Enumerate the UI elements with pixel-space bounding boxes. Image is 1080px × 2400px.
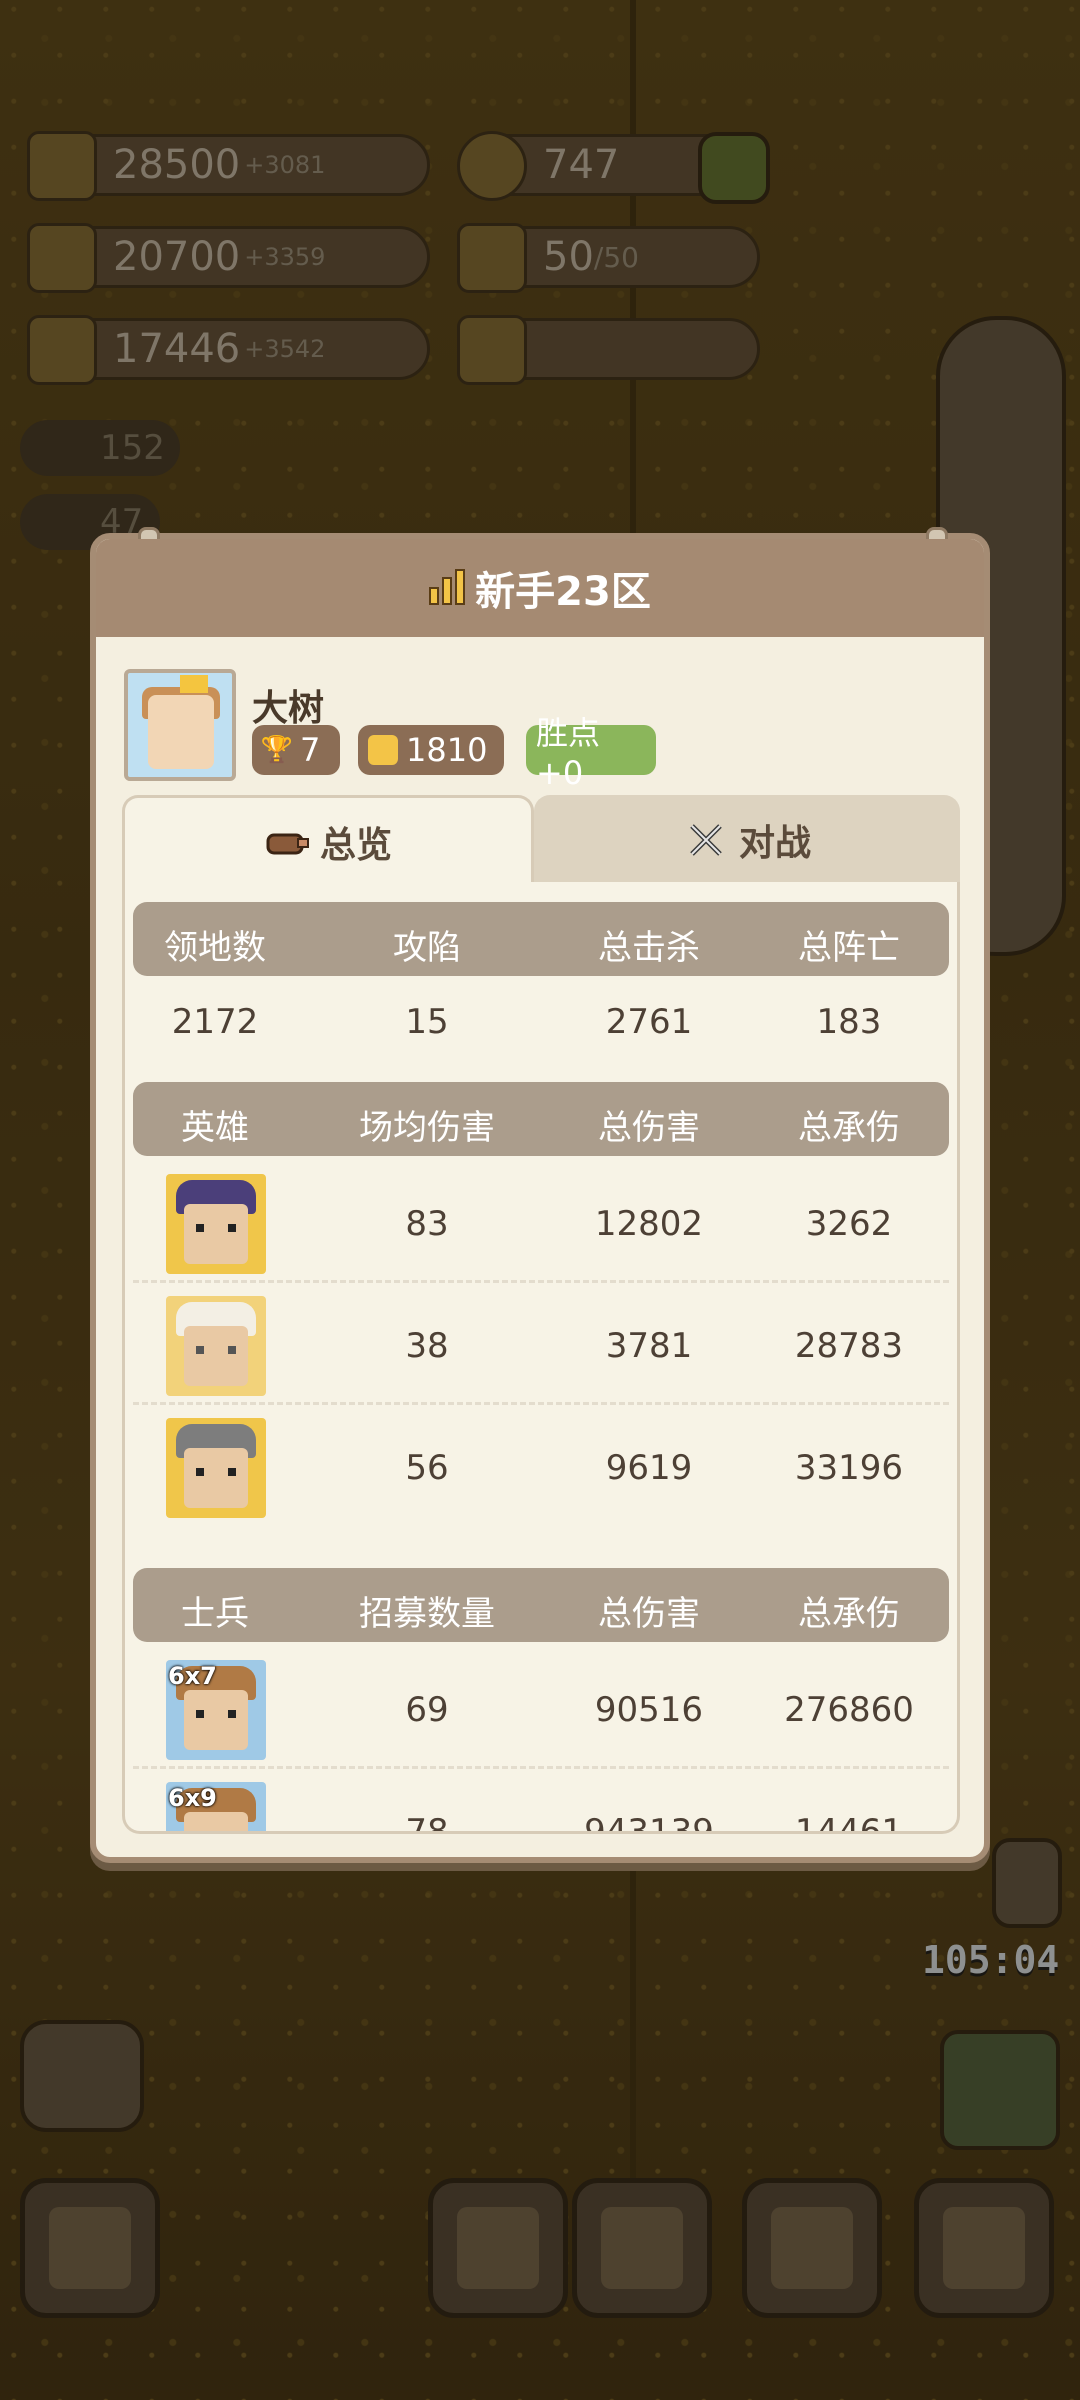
boar-icon: [264, 826, 310, 858]
column-header: 总伤害: [598, 1594, 700, 1634]
soldier-formation-tag: 6x9: [168, 1784, 217, 1812]
column-header: 总阵亡: [798, 928, 900, 968]
hero-avg-damage: 38: [405, 1326, 449, 1366]
tab-overview[interactable]: 总览: [122, 795, 534, 885]
trophy-icon: 🏆: [260, 735, 294, 765]
column-header: 攻陷: [393, 928, 461, 968]
hero-avg-damage: 83: [405, 1204, 449, 1244]
hero-total-damage: 12802: [594, 1204, 704, 1244]
column-header: 总承伤: [798, 1594, 900, 1634]
power-badge: 1810: [358, 725, 504, 775]
soldier-row[interactable]: 6x7 69 90516 276860: [133, 1660, 949, 1760]
hero-damage-taken: 3262: [805, 1204, 893, 1244]
soldier-total-damage: 943139: [584, 1812, 714, 1834]
soldier-recruit-count: 78: [405, 1812, 449, 1834]
total-kills: 2761: [605, 1002, 693, 1042]
soldier-total-damage: 90516: [594, 1690, 704, 1730]
hero-damage-taken: 28783: [794, 1326, 904, 1366]
hero-row[interactable]: 38 3781 28783: [133, 1296, 949, 1396]
hero-portrait-white-hair[interactable]: [166, 1296, 266, 1396]
column-header: 总承伤: [798, 1108, 900, 1148]
column-header: 总击杀: [598, 928, 700, 968]
soldier-portrait[interactable]: 6x7: [166, 1660, 266, 1760]
hero-damage-taken: 33196: [794, 1448, 904, 1488]
hero-portrait-grey-helmet[interactable]: [166, 1418, 266, 1518]
lion-emblem-icon: [368, 735, 398, 765]
heroes-header-row: 英雄 场均伤害 总伤害 总承伤: [133, 1082, 949, 1156]
column-header: 士兵: [181, 1594, 249, 1634]
column-header: 总伤害: [598, 1108, 700, 1148]
trophy-badge: 🏆 7: [252, 725, 340, 775]
column-header: 领地数: [164, 928, 266, 968]
hero-avg-damage: 56: [405, 1448, 449, 1488]
soldier-row[interactable]: 6x9 78 943139 14461: [133, 1782, 949, 1834]
hero-total-damage: 3781: [605, 1326, 693, 1366]
soldier-formation-tag: 6x7: [168, 1662, 217, 1690]
territory-count: 2172: [171, 1002, 259, 1042]
overview-panel[interactable]: 领地数 攻陷 总击杀 总阵亡 2172 15 2761 183 英雄 场均伤害 …: [122, 882, 960, 1834]
bar-chart-icon: [429, 569, 466, 605]
row-divider: [133, 1402, 949, 1405]
hero-row[interactable]: 56 9619 33196: [133, 1418, 949, 1518]
column-header: 场均伤害: [359, 1108, 495, 1148]
soldier-damage-taken: 14461: [794, 1812, 904, 1834]
column-header: 英雄: [181, 1108, 249, 1148]
dialog-title: 新手23区: [475, 569, 651, 615]
dialog-header: 新手23区: [96, 539, 984, 637]
crossed-swords-icon: [683, 824, 729, 856]
soldiers-header-row: 士兵 招募数量 总伤害 总承伤: [133, 1568, 949, 1642]
captured-count: 15: [405, 1002, 449, 1042]
row-divider: [133, 1280, 949, 1283]
row-divider: [133, 1766, 949, 1769]
hero-total-damage: 9619: [605, 1448, 693, 1488]
server-stats-dialog: 新手23区 大树 🏆 7 1810 胜点+0 总览 对战 领地数 攻陷 总击杀 …: [90, 527, 990, 1863]
player-avatar[interactable]: [124, 669, 236, 781]
column-header: 招募数量: [359, 1594, 495, 1634]
soldier-recruit-count: 69: [405, 1690, 449, 1730]
hero-row[interactable]: 83 12802 3262: [133, 1174, 949, 1274]
total-deaths: 183: [816, 1002, 882, 1042]
soldier-damage-taken: 276860: [784, 1690, 914, 1730]
soldier-portrait[interactable]: 6x9: [166, 1782, 266, 1831]
stats-tabs: 总览 对战: [122, 795, 960, 885]
win-points-badge: 胜点+0: [526, 714, 656, 792]
summary-values-row: 2172 15 2761 183: [133, 982, 949, 1062]
summary-header-row: 领地数 攻陷 总击杀 总阵亡: [133, 902, 949, 976]
tab-battle[interactable]: 对战: [534, 795, 960, 885]
player-name: 大树: [252, 688, 325, 729]
hero-portrait-dark-helmet[interactable]: [166, 1174, 266, 1274]
